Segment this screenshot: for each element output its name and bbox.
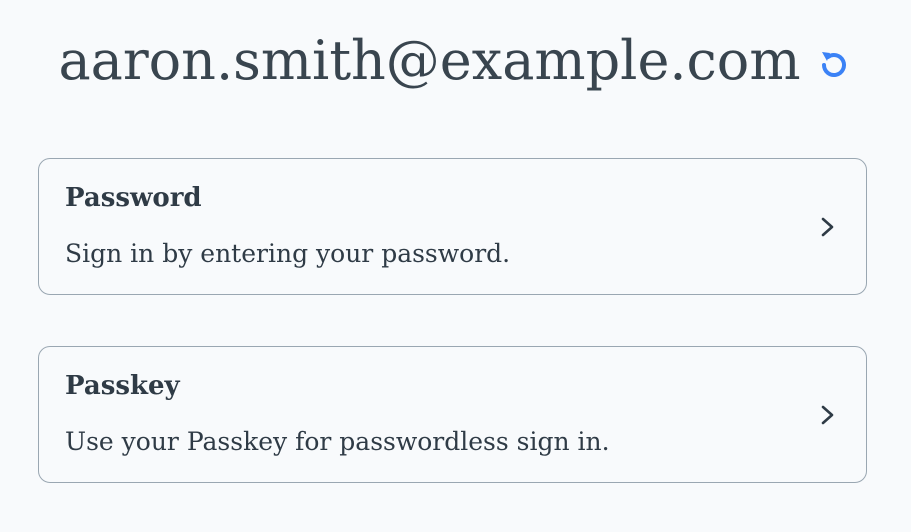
password-option-card[interactable]: Password Sign in by entering your passwo… <box>38 158 867 295</box>
password-option-description: Sign in by entering your password. <box>65 239 511 268</box>
reset-icon <box>821 52 846 77</box>
passkey-option-card[interactable]: Passkey Use your Passkey for passwordles… <box>38 346 867 483</box>
password-option-title: Password <box>65 183 202 213</box>
chevron-right-icon <box>821 217 834 237</box>
account-email: aaron.smith@example.com <box>58 29 801 92</box>
account-header: aaron.smith@example.com <box>0 26 911 96</box>
passkey-option-description: Use your Passkey for passwordless sign i… <box>65 427 610 456</box>
reset-account-button[interactable] <box>813 44 853 84</box>
passkey-option-title: Passkey <box>65 371 180 401</box>
chevron-right-icon <box>821 405 834 425</box>
